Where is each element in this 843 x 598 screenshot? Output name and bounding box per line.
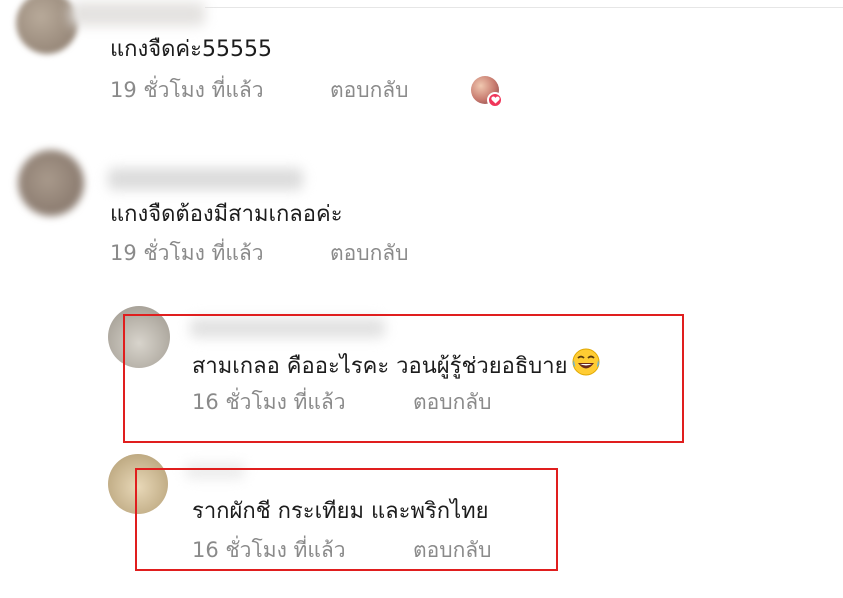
username-blurred[interactable] — [108, 168, 303, 190]
avatar[interactable] — [18, 150, 84, 216]
reply-button[interactable]: ตอบกลับ — [330, 77, 409, 103]
comment-text: แกงจืดค่ะ55555 — [110, 37, 272, 62]
highlight-box — [135, 468, 558, 571]
divider — [205, 7, 843, 8]
comment-timestamp: 19 ชั่วโมง ที่แล้ว — [110, 241, 264, 265]
comment-text: แกงจืดต้องมีสามเกลอค่ะ — [110, 202, 343, 227]
username-blurred[interactable] — [70, 2, 205, 26]
avatar[interactable] — [16, 0, 78, 54]
reaction-avatar[interactable] — [471, 76, 503, 108]
highlight-box — [123, 314, 684, 443]
comment-timestamp: 19 ชั่วโมง ที่แล้ว — [110, 78, 264, 102]
reply-button[interactable]: ตอบกลับ — [330, 240, 409, 266]
heart-icon — [487, 92, 503, 108]
